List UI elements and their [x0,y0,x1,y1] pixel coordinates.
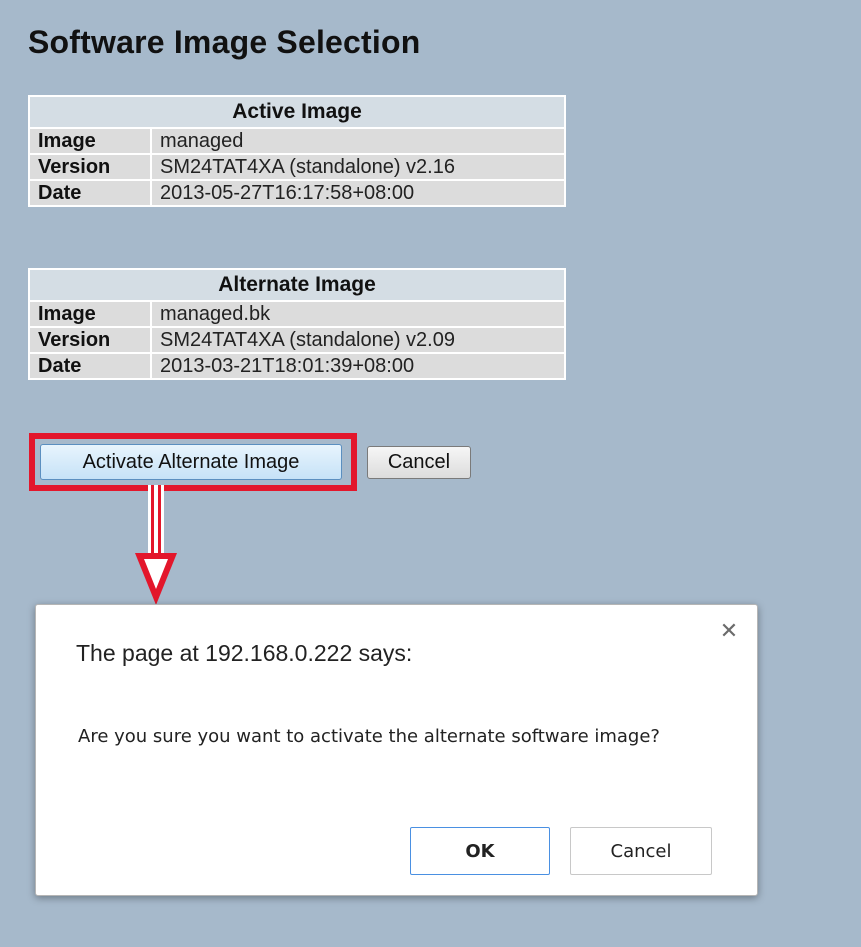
cancel-button[interactable]: Cancel [367,446,471,479]
dialog-cancel-button[interactable]: Cancel [570,827,712,875]
active-image-value: managed [152,129,564,153]
table-row: Version SM24TAT4XA (standalone) v2.09 [30,328,564,352]
table-row: Date 2013-03-21T18:01:39+08:00 [30,354,564,378]
alternate-image-header: Alternate Image [30,270,564,300]
alternate-image-table: Alternate Image Image managed.bk Version… [28,268,566,380]
table-row: Version SM24TAT4XA (standalone) v2.16 [30,155,564,179]
page-title: Software Image Selection [28,24,421,60]
alternate-date-param-label: Date [30,354,150,378]
close-icon[interactable]: ✕ [719,621,739,643]
active-image-param-label: Image [30,129,150,153]
table-row: Image managed [30,129,564,153]
active-version-value: SM24TAT4XA (standalone) v2.16 [152,155,564,179]
alternate-image-param-label: Image [30,302,150,326]
active-date-value: 2013-05-27T16:17:58+08:00 [152,181,564,205]
table-row: Date 2013-05-27T16:17:58+08:00 [30,181,564,205]
active-image-header: Active Image [30,97,564,127]
confirm-dialog: ✕ The page at 192.168.0.222 says: Are yo… [35,604,758,896]
dialog-title: The page at 192.168.0.222 says: [76,640,413,666]
table-row: Image managed.bk [30,302,564,326]
active-date-param-label: Date [30,181,150,205]
active-version-param-label: Version [30,155,150,179]
alternate-version-param-label: Version [30,328,150,352]
alternate-image-value: managed.bk [152,302,564,326]
annotation-arrow-icon [135,485,177,605]
alternate-date-value: 2013-03-21T18:01:39+08:00 [152,354,564,378]
ok-button[interactable]: OK [410,827,550,875]
active-image-table: Active Image Image managed Version SM24T… [28,95,566,207]
dialog-message: Are you sure you want to activate the al… [78,726,660,747]
annotation-highlight-box [29,433,357,491]
alternate-version-value: SM24TAT4XA (standalone) v2.09 [152,328,564,352]
